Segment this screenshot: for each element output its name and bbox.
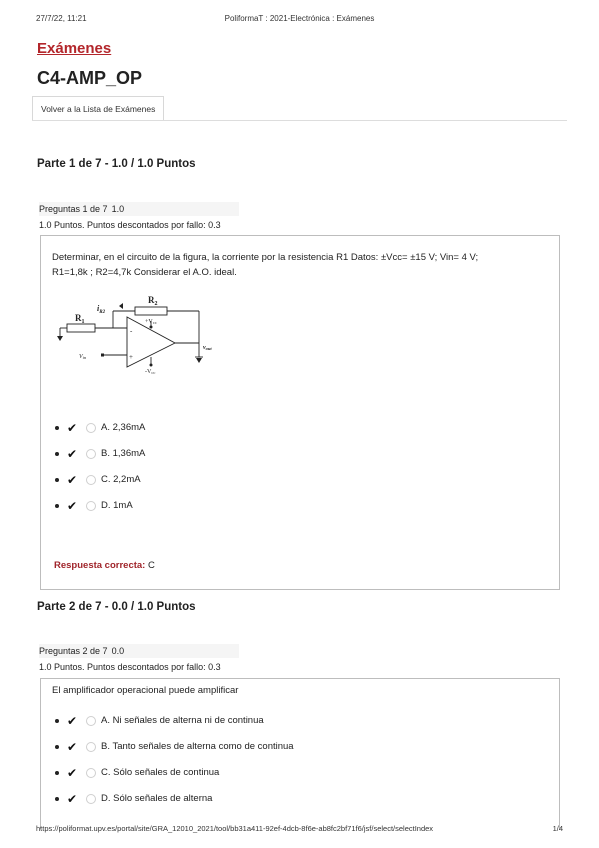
ground-icon bbox=[196, 358, 202, 363]
option-label: D. Sólo señales de alterna bbox=[101, 793, 213, 804]
question-label: Preguntas 2 de 7 bbox=[39, 646, 108, 656]
back-to-exam-list-button[interactable]: Volver a la Lista de Exámenes bbox=[32, 96, 165, 121]
correct-answer: Respuesta correcta: C bbox=[54, 560, 155, 571]
option-label: A. 2,36mA bbox=[101, 422, 146, 433]
radio-button[interactable] bbox=[86, 794, 96, 804]
option-label: B. 1,36mA bbox=[101, 448, 146, 459]
radio-button[interactable] bbox=[86, 716, 96, 726]
question-header: Preguntas 1 de 7 1.0 bbox=[39, 202, 239, 216]
page-title: C4-AMP_OP bbox=[37, 68, 143, 88]
section-link-examenes[interactable]: Exámenes bbox=[37, 40, 111, 57]
label-inverting-input: - bbox=[130, 327, 133, 335]
bullet bbox=[55, 504, 59, 508]
question-label: Preguntas 1 de 7 bbox=[39, 204, 108, 214]
question-text-line: Determinar, en el circuito de la figura,… bbox=[52, 252, 479, 263]
label-r2: R2 bbox=[148, 295, 158, 307]
check-icon: ✔ bbox=[67, 447, 78, 461]
check-icon: ✔ bbox=[67, 740, 78, 754]
bullet bbox=[55, 426, 59, 430]
input-terminal bbox=[101, 353, 104, 357]
part-title: Parte 1 de 7 - 1.0 / 1.0 Puntos bbox=[37, 158, 196, 170]
radio-button[interactable] bbox=[86, 449, 96, 459]
check-icon: ✔ bbox=[67, 421, 78, 435]
check-icon: ✔ bbox=[67, 499, 78, 513]
question-box: Determinar, en el circuito de la figura,… bbox=[40, 235, 560, 590]
bullet bbox=[55, 771, 59, 775]
radio-button[interactable] bbox=[86, 742, 96, 752]
label-vcc-positive: +Vcc bbox=[145, 319, 157, 325]
check-icon: ✔ bbox=[67, 792, 78, 806]
check-icon: ✔ bbox=[67, 473, 78, 487]
resistor-r2 bbox=[134, 306, 168, 316]
resistor-r1 bbox=[66, 323, 96, 333]
question-header: Preguntas 2 de 7 0.0 bbox=[39, 644, 239, 658]
question-box: El amplificador operacional puede amplif… bbox=[40, 678, 560, 829]
option-label: B. Tanto señales de alterna como de cont… bbox=[101, 741, 294, 752]
correct-answer-value: C bbox=[148, 560, 155, 571]
option-label: C. Sólo señales de continua bbox=[101, 767, 220, 778]
circuit-diagram: R2 R1 iR2 +Vcc -Vcc Vin vout - + bbox=[57, 295, 212, 375]
question-score: 0.0 bbox=[111, 646, 125, 656]
print-title: PoliformaT : 2021-Electrónica : Exámenes bbox=[224, 14, 375, 23]
radio-button[interactable] bbox=[86, 501, 96, 511]
print-page-number: 1/4 bbox=[552, 824, 563, 833]
option-label: A. Ni señales de alterna ni de continua bbox=[101, 715, 264, 726]
question-score: 1.0 bbox=[111, 204, 125, 214]
bullet bbox=[55, 478, 59, 482]
points-info: 1.0 Puntos. Puntos descontados por fallo… bbox=[39, 220, 221, 230]
print-url: https://poliformat.upv.es/portal/site/GR… bbox=[36, 824, 434, 833]
bullet bbox=[55, 452, 59, 456]
question-text: Determinar, en el circuito de la figura,… bbox=[52, 250, 532, 280]
correct-answer-label: Respuesta correcta: bbox=[54, 560, 146, 571]
label-vout: vout bbox=[203, 345, 212, 351]
radio-button[interactable] bbox=[86, 768, 96, 778]
label-noninverting-input: + bbox=[129, 353, 133, 361]
check-icon: ✔ bbox=[67, 766, 78, 780]
label-vcc-negative: -Vcc bbox=[145, 369, 155, 375]
radio-button[interactable] bbox=[86, 475, 96, 485]
part-title: Parte 2 de 7 - 0.0 / 1.0 Puntos bbox=[37, 601, 196, 613]
bullet bbox=[55, 745, 59, 749]
divider bbox=[32, 120, 567, 121]
label-r1: R1 bbox=[75, 313, 85, 325]
check-icon: ✔ bbox=[67, 714, 78, 728]
points-info: 1.0 Puntos. Puntos descontados por fallo… bbox=[39, 662, 221, 672]
question-text-line: R1=1,8k ; R2=4,7k Considerar el A.O. ide… bbox=[52, 267, 237, 278]
question-text: El amplificador operacional puede amplif… bbox=[52, 685, 239, 696]
bullet bbox=[55, 797, 59, 801]
option-label: D. 1mA bbox=[101, 500, 133, 511]
supply-terminal bbox=[149, 363, 153, 367]
supply-terminal bbox=[149, 325, 153, 329]
option-label: C. 2,2mA bbox=[101, 474, 141, 485]
label-vin: Vin bbox=[79, 354, 87, 360]
radio-button[interactable] bbox=[86, 423, 96, 433]
bullet bbox=[55, 719, 59, 723]
label-ir2: iR2 bbox=[97, 304, 106, 315]
ground-icon bbox=[57, 336, 63, 341]
current-arrow-icon bbox=[119, 303, 123, 309]
